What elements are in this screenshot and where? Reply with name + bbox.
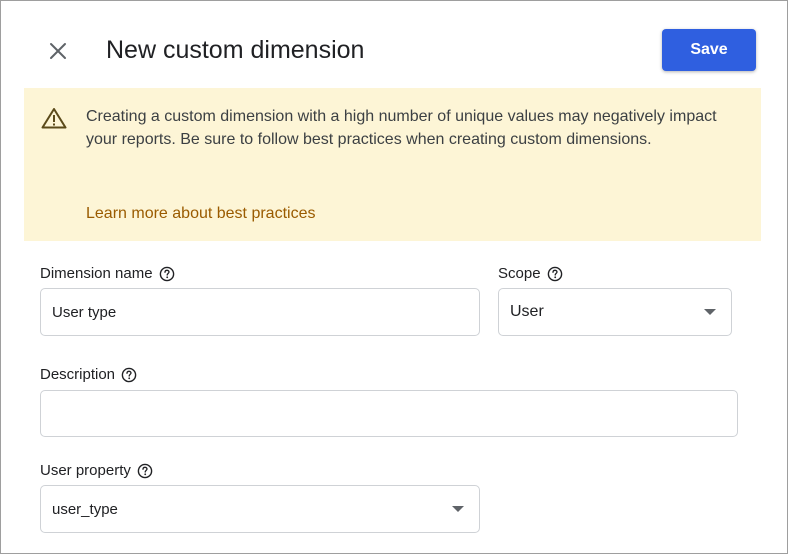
description-input[interactable] bbox=[40, 390, 738, 437]
chevron-down-icon bbox=[704, 309, 716, 315]
chevron-down-icon bbox=[452, 506, 464, 512]
help-circle-icon[interactable] bbox=[159, 266, 175, 282]
help-circle-icon[interactable] bbox=[547, 266, 563, 282]
warning-banner: Creating a custom dimension with a high … bbox=[24, 88, 761, 241]
user-property-label-text: User property bbox=[40, 462, 131, 479]
scope-selected-value: User bbox=[510, 303, 544, 320]
save-button[interactable]: Save bbox=[662, 29, 756, 71]
user-property-label: User property bbox=[40, 461, 153, 481]
warning-message: Creating a custom dimension with a high … bbox=[86, 108, 717, 148]
description-label: Description bbox=[40, 365, 137, 385]
dimension-name-label-text: Dimension name bbox=[40, 265, 153, 282]
help-circle-icon[interactable] bbox=[137, 463, 153, 479]
close-icon bbox=[50, 43, 66, 59]
dialog-title: New custom dimension bbox=[106, 36, 365, 64]
close-button[interactable] bbox=[41, 34, 75, 68]
learn-more-link[interactable]: Learn more about best practices bbox=[86, 202, 315, 225]
dimension-name-input[interactable]: User type bbox=[40, 288, 480, 336]
custom-dimension-dialog: New custom dimension Save Creating a cus… bbox=[0, 0, 788, 554]
user-property-selected-value: user_type bbox=[52, 500, 118, 518]
scope-label: Scope bbox=[498, 264, 563, 284]
help-circle-icon[interactable] bbox=[121, 367, 137, 383]
description-label-text: Description bbox=[40, 366, 116, 383]
scope-select[interactable]: User bbox=[498, 288, 732, 336]
dimension-name-label: Dimension name bbox=[40, 264, 175, 284]
scope-label-text: Scope bbox=[498, 265, 541, 282]
user-property-select[interactable]: user_type bbox=[40, 485, 480, 533]
warning-triangle-icon bbox=[41, 108, 67, 129]
dimension-name-value: User type bbox=[52, 303, 117, 321]
